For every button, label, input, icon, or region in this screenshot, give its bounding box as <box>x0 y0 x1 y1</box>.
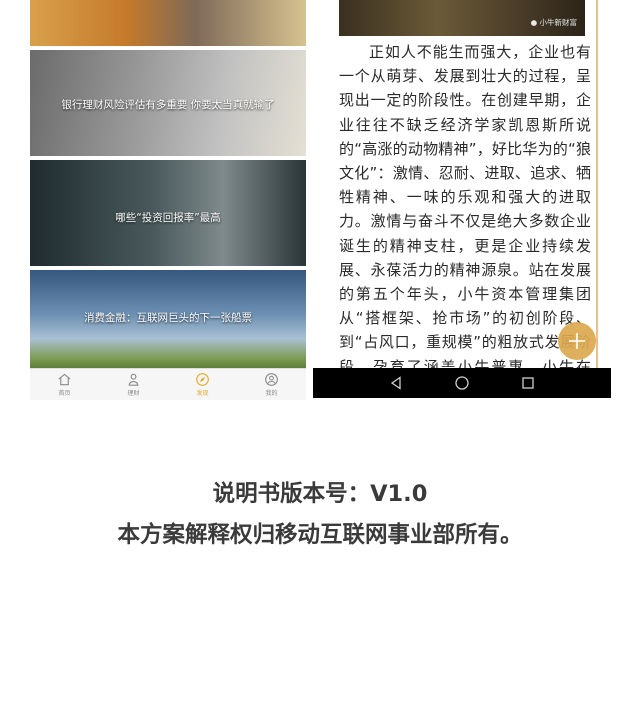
article-card[interactable]: 银行理财风险评估有多重要 你要太当真就输了 <box>30 50 306 156</box>
back-icon[interactable] <box>388 375 404 391</box>
plus-icon <box>569 333 585 349</box>
wechat-icon: ● <box>530 18 538 27</box>
wallet-icon <box>128 373 139 386</box>
article-card[interactable]: 消费金融：互联网巨头的下一张船票 <box>30 270 306 368</box>
image-watermark: ● 小牛新财富 <box>531 17 577 28</box>
tab-profile[interactable]: 我的 <box>237 369 306 400</box>
tab-label: 理财 <box>127 390 140 397</box>
tab-discover[interactable]: 发现 <box>168 369 237 400</box>
article-card-title: 消费金融：互联网巨头的下一张船票 <box>84 312 252 324</box>
home-icon <box>58 373 71 386</box>
article-body: 正如人不能生而强大，企业也有一个从萌芽、发展到壮大的过程，呈现出一定的阶段性。在… <box>339 43 591 368</box>
right-phone-screenshot: ● 小牛新财富 正如人不能生而强大，企业也有一个从萌芽、发展到壮大的过程，呈现出… <box>313 0 611 398</box>
bottom-tab-bar: 首页 理财 发现 我的 <box>30 368 306 400</box>
add-button[interactable] <box>558 322 596 360</box>
tab-label: 我的 <box>265 390 278 397</box>
version-line: 说明书版本号：V1.0 <box>212 481 428 507</box>
article-card[interactable]: 哪些“投资回报率”最高 <box>30 160 306 266</box>
recents-icon[interactable] <box>520 375 536 391</box>
tab-finance[interactable]: 理财 <box>99 369 168 400</box>
system-nav-bar <box>313 368 611 398</box>
document-caption: 说明书版本号：V1.0 本方案解释权归移动互联网事业部所有。 <box>0 474 640 556</box>
watermark-text: 小牛新财富 <box>539 18 578 27</box>
tab-home[interactable]: 首页 <box>30 369 99 400</box>
home-circle-icon[interactable] <box>454 375 470 391</box>
article-card-title: 哪些“投资回报率”最高 <box>115 212 221 224</box>
page-accent-line <box>596 0 598 368</box>
article-card[interactable] <box>30 0 306 46</box>
tab-label: 发现 <box>196 390 209 397</box>
article-card-title: 银行理财风险评估有多重要 你要太当真就输了 <box>61 99 275 111</box>
left-phone-screenshot: 银行理财风险评估有多重要 你要太当真就输了 哪些“投资回报率”最高 消费金融：互… <box>30 0 306 400</box>
compass-icon <box>196 373 209 386</box>
user-icon <box>265 373 278 386</box>
article-image: ● 小牛新财富 <box>339 0 585 36</box>
copyright-line: 本方案解释权归移动互联网事业部所有。 <box>117 522 523 548</box>
tab-label: 首页 <box>58 390 71 397</box>
